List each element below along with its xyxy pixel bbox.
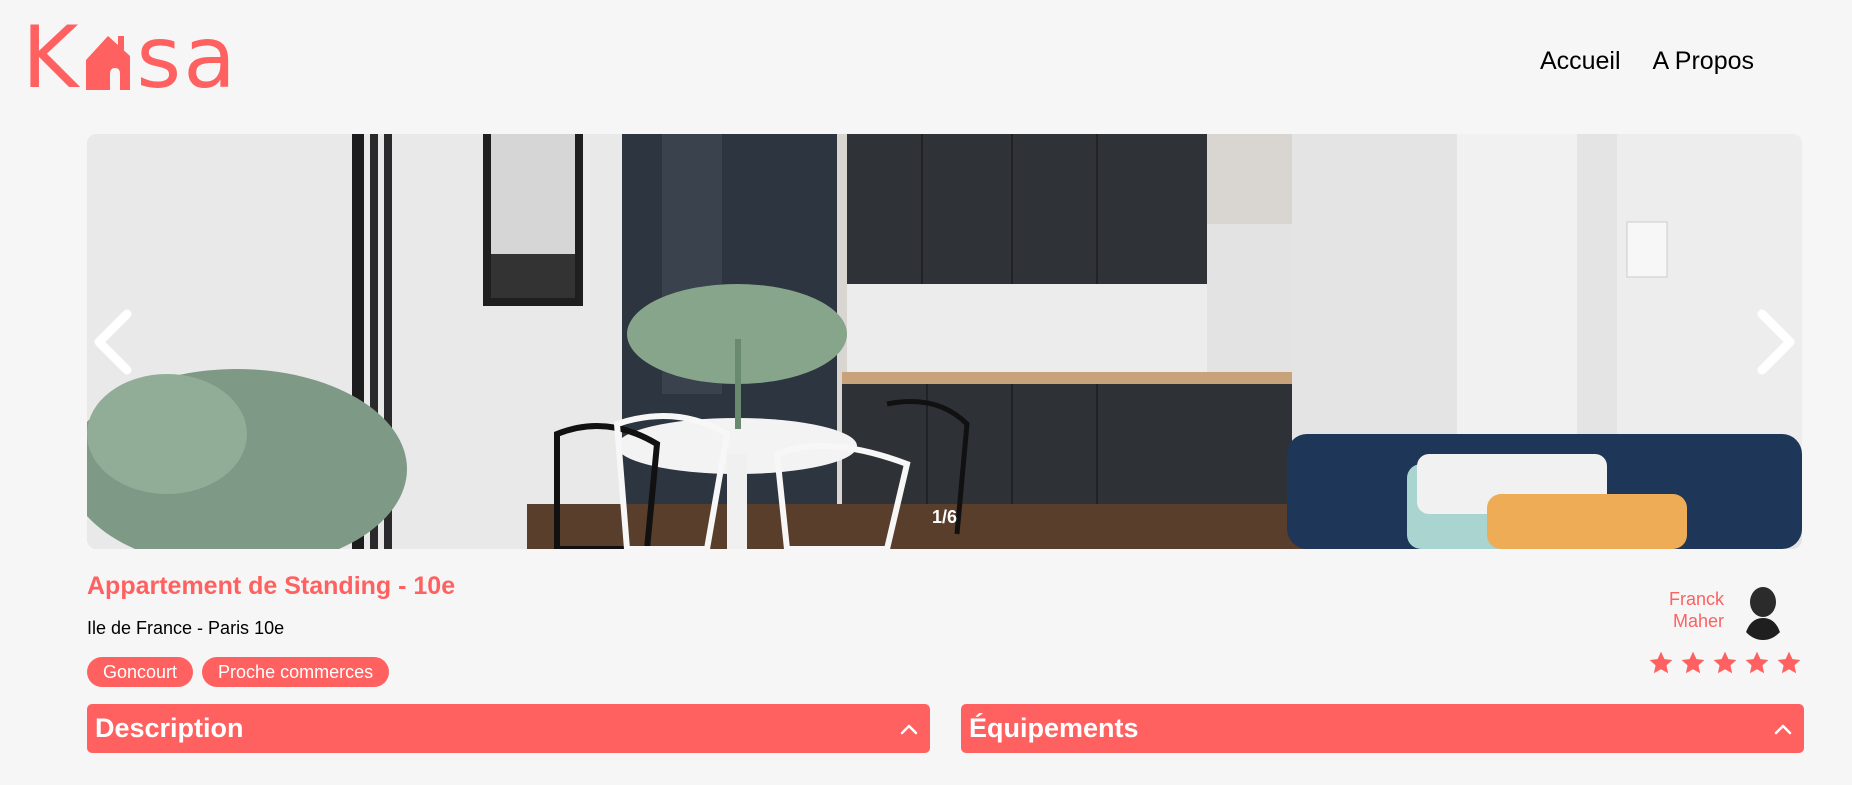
image-carousel: 1/6 — [87, 134, 1802, 549]
logo-letters-sa: sa — [136, 8, 238, 108]
chevron-right-icon — [1757, 309, 1795, 375]
main-nav: Accueil A Propos — [1540, 44, 1754, 78]
star-icon — [1649, 651, 1673, 674]
header: K sa Accueil A Propos — [0, 0, 1852, 130]
avatar — [1738, 580, 1788, 640]
carousel-counter: 1/6 — [931, 507, 958, 527]
host-info: Franck Maher — [1669, 580, 1788, 640]
listing-location: Ile de France - Paris 10e — [87, 618, 285, 638]
star-icon — [1713, 651, 1737, 674]
apartment-photo — [87, 134, 1802, 549]
description-collapse-header[interactable]: Description — [87, 704, 930, 753]
carousel-next-button[interactable] — [1742, 302, 1802, 382]
star-icon — [1681, 651, 1705, 674]
chevron-up-icon[interactable] — [898, 718, 920, 740]
equipements-collapse-header[interactable]: Équipements — [961, 704, 1804, 753]
tag: Goncourt — [87, 657, 194, 687]
kasa-logo[interactable]: K sa — [22, 8, 238, 108]
chevron-left-icon — [94, 309, 132, 375]
tag-list: Goncourt Proche commerces — [87, 657, 390, 687]
description-collapse-title: Description — [95, 713, 244, 743]
host-name: Franck Maher — [1669, 588, 1724, 632]
host-last-name: Maher — [1672, 611, 1724, 631]
chevron-up-icon[interactable] — [1772, 718, 1794, 740]
nav-link-a-propos[interactable]: A Propos — [1653, 44, 1754, 78]
host-first-name: Franck — [1668, 589, 1724, 609]
logo-letter-k: K — [22, 8, 81, 108]
nav-link-accueil[interactable]: Accueil — [1540, 44, 1621, 78]
carousel-prev-button[interactable] — [87, 302, 147, 382]
listing-title: Appartement de Standing - 10e — [87, 572, 456, 600]
star-icon — [1745, 651, 1769, 674]
rating-stars — [1648, 650, 1802, 676]
equipements-collapse-title: Équipements — [969, 713, 1139, 743]
tag: Proche commerces — [202, 657, 390, 687]
house-icon — [86, 36, 131, 90]
star-icon — [1777, 651, 1801, 674]
